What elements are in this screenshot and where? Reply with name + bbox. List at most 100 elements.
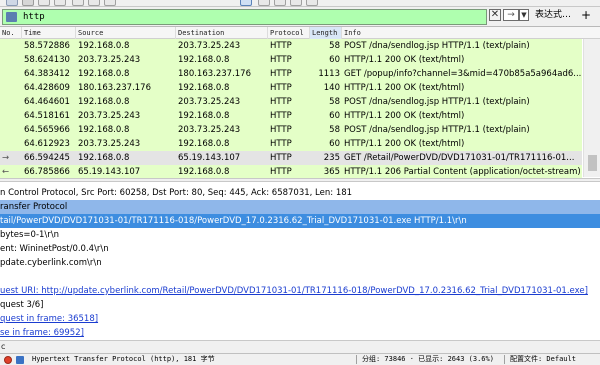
details-footer: c [0,340,600,353]
packet-time: 58.572886 [24,41,70,51]
filter-bookmark-icon[interactable] [6,12,17,22]
display-filter-input[interactable]: http [2,9,487,25]
packet-source: 203.73.25.243 [78,55,141,65]
save-file-icon[interactable] [22,0,34,6]
filter-history-dropdown[interactable]: ▼ [519,9,529,21]
column-header-protocol[interactable]: Protocol [268,27,310,39]
packet-row[interactable]: 64.428609 180.163.237.176 192.168.0.8 HT… [0,81,582,95]
packet-source: 192.168.0.8 [78,97,130,107]
packet-row[interactable]: 64.565966 192.168.0.8 203.73.25.243 HTTP… [0,123,582,137]
go-back-icon[interactable] [88,0,100,6]
detail-line-http[interactable]: ransfer Protocol [0,200,600,214]
expert-info-icon[interactable] [16,356,24,364]
detail-line-host[interactable]: pdate.cyberlink.com\r\n [0,256,600,270]
packet-time: 64.612923 [24,139,70,149]
packet-length: 58 [329,97,340,107]
packet-row[interactable]: 64.518161 203.73.25.243 192.168.0.8 HTTP… [0,109,582,123]
request-arrow-icon: → [2,153,10,163]
go-forward-icon[interactable] [104,0,116,6]
packet-protocol: HTTP [270,153,292,163]
packet-time: 64.518161 [24,111,70,121]
column-header-info[interactable]: Info [342,27,600,39]
packet-source: 180.163.237.176 [78,83,152,93]
packet-info: HTTP/1.1 200 OK (text/html) [344,83,465,93]
column-header-time[interactable]: Time [22,27,76,39]
reload-icon[interactable] [54,0,66,6]
response-arrow-icon: ← [2,167,10,177]
packet-destination: 192.168.0.8 [178,139,230,149]
packet-row[interactable]: 64.464601 192.168.0.8 203.73.25.243 HTTP… [0,95,582,109]
packet-row[interactable]: ← 66.785866 65.19.143.107 192.168.0.8 HT… [0,165,582,179]
packet-row[interactable]: 58.572886 192.168.0.8 203.73.25.243 HTTP… [0,39,582,53]
packet-info: POST /dna/sendlog.jsp HTTP/1.1 (text/pla… [344,97,530,107]
packet-length: 365 [323,167,340,177]
packet-time: 64.565966 [24,125,70,135]
clear-filter-button[interactable]: ✕ [489,9,501,21]
column-header-destination[interactable]: Destination [176,27,268,39]
detail-line-request-index[interactable]: quest 3/6] [0,298,600,312]
detail-line-prev-request[interactable]: quest in frame: 36518] [0,312,600,326]
packet-row[interactable]: 58.624130 203.73.25.243 192.168.0.8 HTTP… [0,53,582,67]
packet-length: 58 [329,125,340,135]
pane-splitter[interactable] [0,178,600,182]
packet-destination: 203.73.25.243 [178,41,241,51]
packet-time: 58.624130 [24,55,70,65]
packet-source: 192.168.0.8 [78,125,130,135]
packet-destination: 65.19.143.107 [178,153,241,163]
zoom-normal-icon[interactable] [290,0,302,6]
add-filter-button[interactable]: + [581,8,591,22]
detail-line-user-agent[interactable]: ent: WininetPost/0.0.4\r\n [0,242,600,256]
packet-time: 64.383412 [24,69,70,79]
packet-info: GET /popup/info?channel=3&mid=470b85a5a9… [344,69,582,79]
packet-protocol: HTTP [270,55,292,65]
status-bar: Hypertext Transfer Protocol (http), 181 … [0,353,600,365]
zoom-in-icon[interactable] [258,0,270,6]
packet-row-selected[interactable]: → 66.594245 192.168.0.8 65.19.143.107 HT… [0,151,582,165]
packet-destination: 203.73.25.243 [178,97,241,107]
packet-list-scrollbar[interactable] [583,39,600,177]
packet-list-header: No. Time Source Destination Protocol Len… [0,27,600,39]
packet-destination: 192.168.0.8 [178,55,230,65]
chevron-down-icon: ▼ [521,11,527,19]
filter-text[interactable]: http [23,11,45,24]
status-protocol-text: Hypertext Transfer Protocol (http), 181 … [32,355,215,363]
packet-row[interactable]: 64.383412 192.168.0.8 180.163.237.176 HT… [0,67,582,81]
column-header-length[interactable]: Length [310,27,342,39]
resize-columns-icon[interactable] [306,0,318,6]
status-separator [504,355,505,364]
colorize-icon[interactable] [240,0,252,6]
packet-protocol: HTTP [270,139,292,149]
packet-destination: 192.168.0.8 [178,111,230,121]
packet-info: POST /dna/sendlog.jsp HTTP/1.1 (text/pla… [344,41,530,51]
detail-line-full-uri[interactable]: uest URI: http://update.cyberlink.com/Re… [0,284,600,298]
zoom-out-icon[interactable] [274,0,286,6]
packet-protocol: HTTP [270,167,292,177]
detail-line-blank [0,270,600,284]
status-separator [356,355,357,364]
detail-line-range[interactable]: bytes=0-1\r\n [0,228,600,242]
packet-info: HTTP/1.1 200 OK (text/html) [344,111,465,121]
packet-destination: 180.163.237.176 [178,69,252,79]
packet-source: 192.168.0.8 [78,69,130,79]
packet-length: 140 [323,83,340,93]
status-packet-count: 分组: 73846 · 已显示: 2643 (3.6%) [362,355,494,363]
capture-status-icon[interactable] [4,356,12,364]
column-header-no[interactable]: No. [0,27,22,39]
packet-info: POST /dna/sendlog.jsp HTTP/1.1 (text/pla… [344,125,530,135]
packet-row[interactable]: 64.612923 203.73.25.243 192.168.0.8 HTTP… [0,137,582,151]
column-header-source[interactable]: Source [76,27,176,39]
packet-info: HTTP/1.1 200 OK (text/html) [344,139,465,149]
open-file-icon[interactable] [6,0,18,6]
packet-time: 66.594245 [24,153,70,163]
detail-line-response-frame[interactable]: se in frame: 69952] [0,326,600,340]
detail-line-request[interactable]: tail/PowerDVD/DVD171031-01/TR171116-018/… [0,214,600,228]
status-profile[interactable]: 配置文件: Default [510,354,576,365]
apply-filter-button[interactable]: → [503,9,519,21]
packet-length: 58 [329,41,340,51]
find-icon[interactable] [72,0,84,6]
expression-button[interactable]: 表达式… [535,8,571,22]
close-file-icon[interactable] [38,0,50,6]
scrollbar-thumb[interactable] [588,155,597,171]
detail-line-tcp[interactable]: n Control Protocol, Src Port: 60258, Dst… [0,186,600,200]
packet-source: 192.168.0.8 [78,153,130,163]
